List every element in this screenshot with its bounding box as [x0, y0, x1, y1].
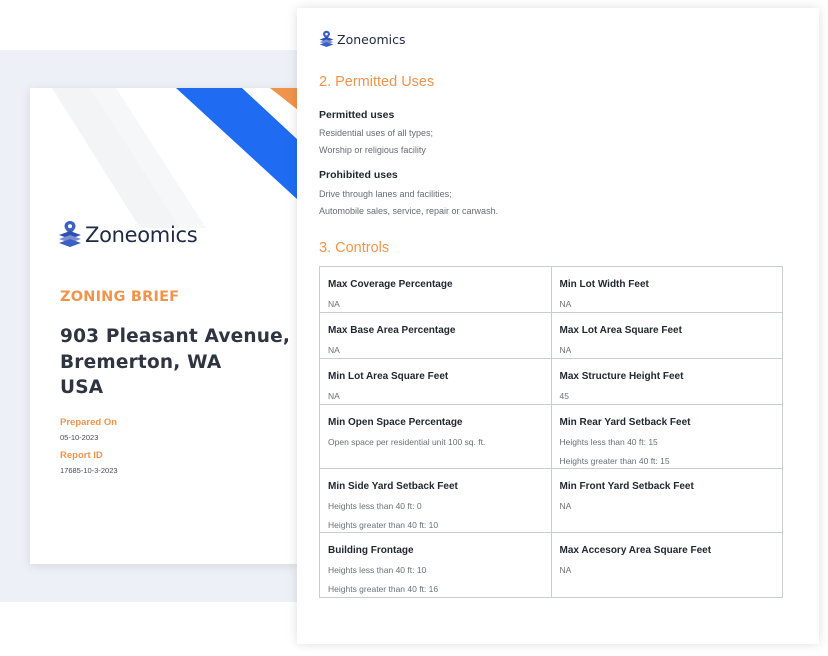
- control-value: Open space per residential unit 100 sq. …: [328, 437, 486, 447]
- control-value: NA: [559, 501, 572, 511]
- cover-address: 903 Pleasant Avenue, Bremerton, WA USA: [60, 324, 296, 401]
- table-row: Min Side Yard Setback Feet Heights less …: [319, 468, 783, 533]
- control-label: Max Structure Height Feet: [559, 371, 684, 382]
- cover-logo: Zoneomics: [58, 220, 198, 250]
- report-cover-page: Zoneomics ZONING BRIEF 903 Pleasant Aven…: [30, 88, 298, 564]
- control-label: Max Base Area Percentage: [328, 325, 456, 336]
- table-row: Building Frontage Heights less than 40 f…: [319, 532, 783, 598]
- address-line: USA: [60, 377, 104, 398]
- control-label: Min Front Yard Setback Feet: [559, 481, 694, 492]
- table-row: Min Lot Area Square Feet NA Max Structur…: [319, 358, 783, 405]
- table-cell: Min Open Space Percentage Open space per…: [319, 404, 552, 469]
- table-cell: Min Rear Yard Setback Feet Heights less …: [550, 404, 783, 469]
- control-value: NA: [328, 391, 340, 401]
- table-row: Min Open Space Percentage Open space per…: [319, 404, 783, 469]
- control-value: Heights greater than 40 ft: 10: [328, 520, 439, 530]
- control-label: Max Lot Area Square Feet: [559, 325, 682, 336]
- table-cell: Min Front Yard Setback Feet NA: [550, 468, 783, 533]
- report-id-label: Report ID: [60, 450, 103, 461]
- control-value: NA: [559, 345, 572, 355]
- permitted-uses-title: 2. Permitted Uses: [319, 74, 435, 90]
- controls-table: Max Coverage Percentage NA Min Lot Width…: [319, 266, 783, 598]
- control-label: Min Rear Yard Setback Feet: [559, 417, 691, 428]
- table-row: Max Base Area Percentage NA Max Lot Area…: [319, 312, 783, 359]
- control-label: Min Lot Width Feet: [559, 279, 649, 290]
- control-value: Heights less than 40 ft: 0: [328, 501, 422, 511]
- control-value: NA: [559, 565, 572, 575]
- zoneomics-logo-icon: [319, 30, 334, 47]
- report-id-value: 17685-10-3-2023: [60, 466, 118, 475]
- zoneomics-logo-icon: [59, 221, 81, 247]
- report-detail-page: Zoneomics 2. Permitted Uses Permitted us…: [297, 8, 819, 644]
- cover-heading: ZONING BRIEF: [60, 289, 180, 305]
- permitted-use-item: Worship or religious facility: [319, 145, 426, 155]
- table-cell: Max Base Area Percentage NA: [319, 312, 552, 359]
- control-value: NA: [328, 345, 340, 355]
- prohibited-use-item: Drive through lanes and facilities;: [319, 189, 452, 199]
- table-cell: Max Coverage Percentage NA: [319, 266, 552, 313]
- table-cell: Min Side Yard Setback Feet Heights less …: [319, 468, 552, 533]
- table-cell: Min Lot Width Feet NA: [550, 266, 783, 313]
- control-value: NA: [328, 299, 340, 309]
- prohibited-uses-heading: Prohibited uses: [319, 169, 398, 181]
- control-value: Heights greater than 40 ft: 15: [559, 456, 670, 466]
- control-value: Heights less than 40 ft: 10: [328, 565, 427, 575]
- cover-logo-text: Zoneomics: [85, 223, 198, 247]
- prohibited-use-item: Automobile sales, service, repair or car…: [319, 206, 499, 216]
- table-cell: Building Frontage Heights less than 40 f…: [319, 532, 552, 598]
- control-label: Min Side Yard Setback Feet: [328, 481, 458, 492]
- control-label: Max Accesory Area Square Feet: [559, 545, 712, 556]
- table-cell: Min Lot Area Square Feet NA: [319, 358, 552, 405]
- table-cell: Max Structure Height Feet 45: [550, 358, 783, 405]
- address-line: 903 Pleasant Avenue,: [60, 326, 291, 347]
- control-value: 45: [559, 391, 569, 401]
- cover-stripes-decoration: [52, 88, 298, 228]
- permitted-use-item: Residential uses of all types;: [319, 128, 434, 138]
- controls-title: 3. Controls: [319, 240, 390, 256]
- page-logo: Zoneomics: [319, 30, 406, 49]
- prepared-on-value: 05-10-2023: [60, 433, 99, 442]
- control-value: Heights greater than 40 ft: 16: [328, 584, 439, 594]
- table-row: Max Coverage Percentage NA Min Lot Width…: [319, 266, 783, 313]
- control-label: Building Frontage: [328, 545, 414, 556]
- control-label: Max Coverage Percentage: [328, 279, 453, 290]
- page-logo-text: Zoneomics: [337, 32, 406, 47]
- address-line: Bremerton, WA: [60, 351, 222, 373]
- control-label: Min Open Space Percentage: [328, 417, 463, 428]
- control-value: NA: [559, 299, 572, 309]
- prepared-on-label: Prepared On: [60, 417, 118, 428]
- control-value: Heights less than 40 ft: 15: [559, 437, 658, 447]
- table-cell: Max Lot Area Square Feet NA: [550, 312, 783, 359]
- table-cell: Max Accesory Area Square Feet NA: [550, 532, 783, 598]
- control-label: Min Lot Area Square Feet: [328, 371, 449, 382]
- permitted-uses-heading: Permitted uses: [319, 109, 395, 121]
